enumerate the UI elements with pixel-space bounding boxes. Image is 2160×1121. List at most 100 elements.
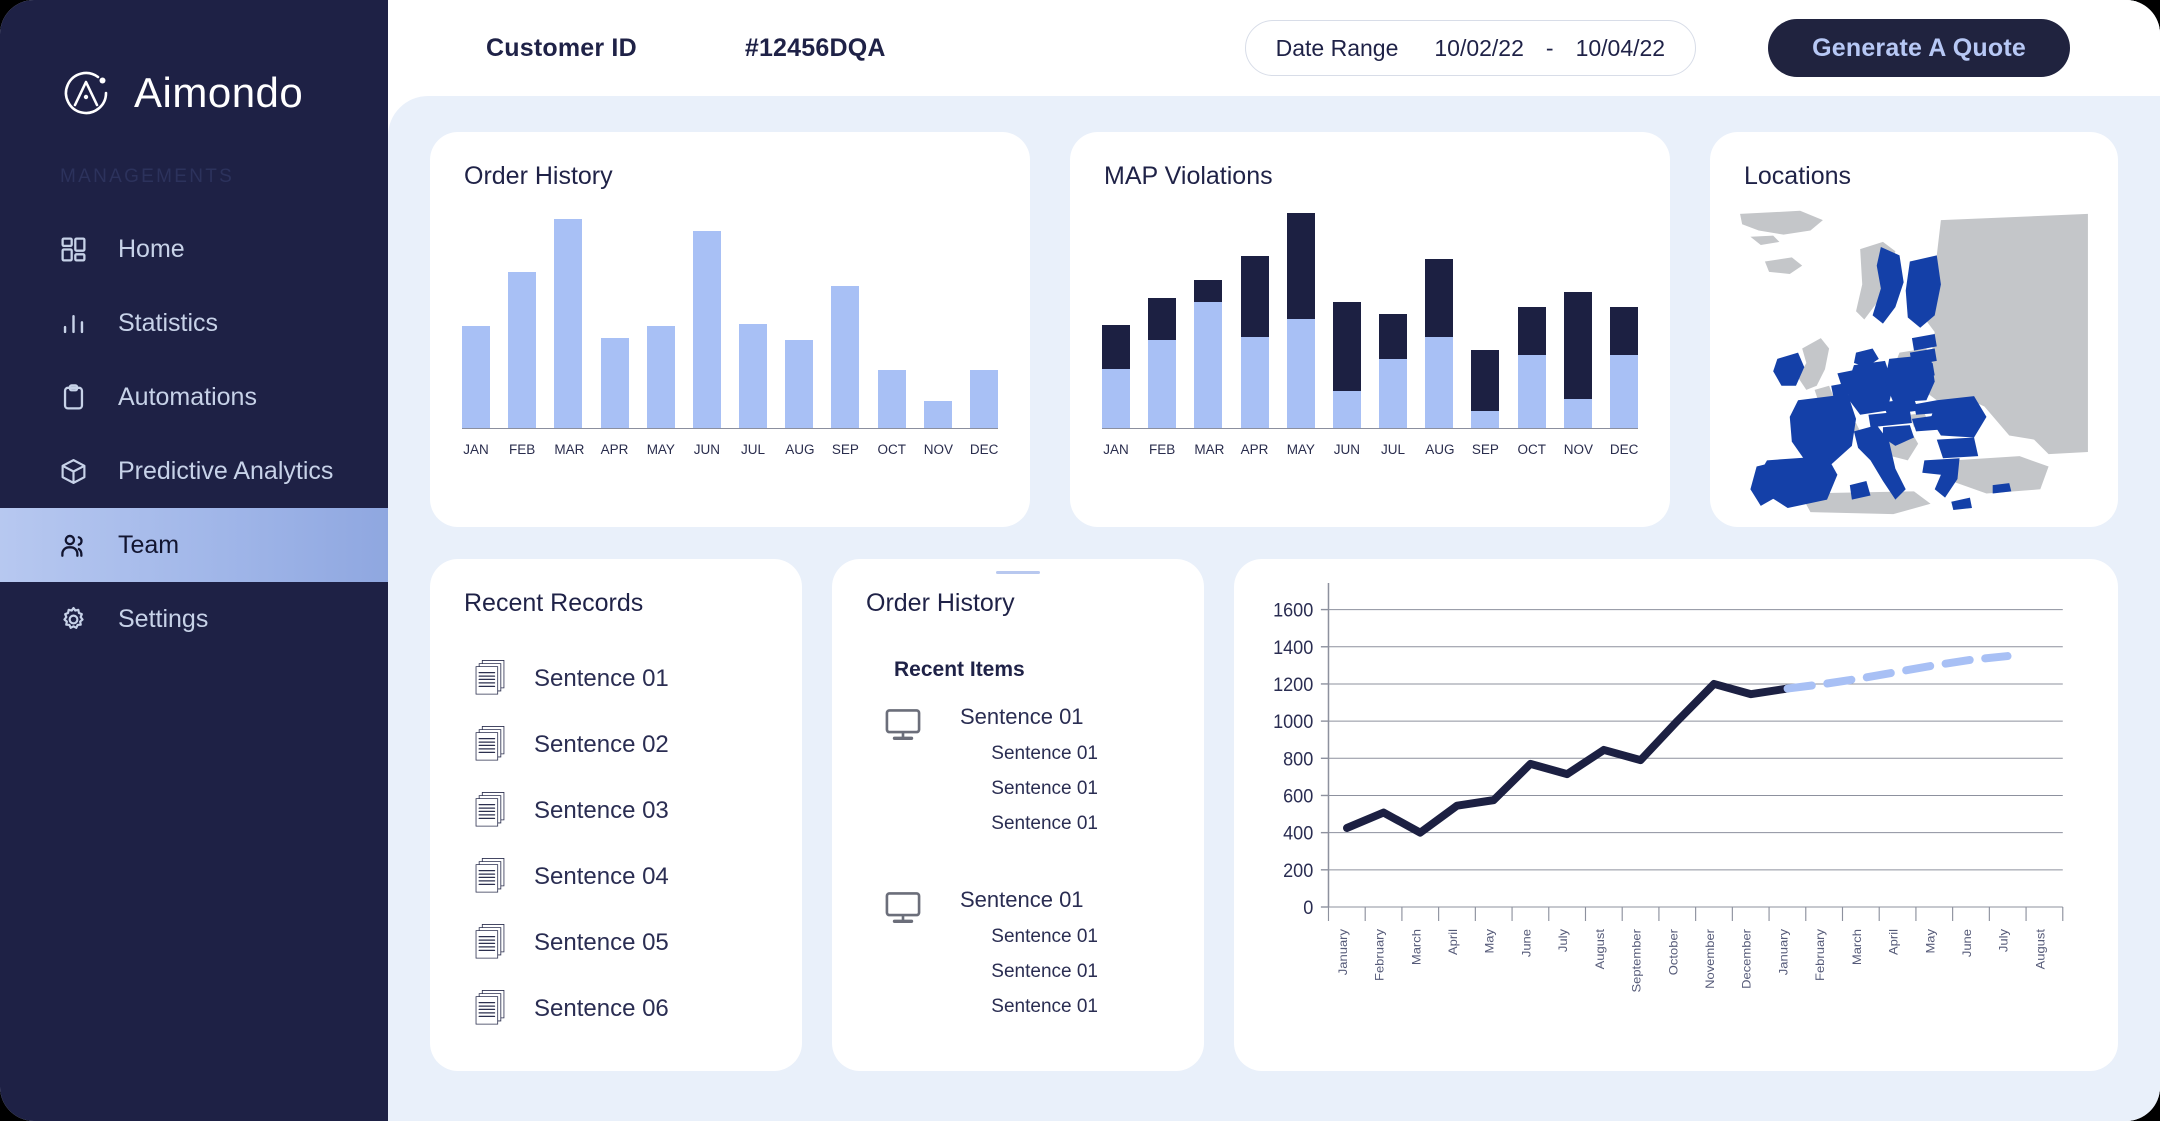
recent-item-group[interactable]: Sentence 01Sentence 01Sentence 01Sentenc… <box>832 704 1204 835</box>
bar-segment-lower <box>1333 391 1361 429</box>
topbar: Customer ID #12456DQA Date Range 10/02/2… <box>388 0 2160 96</box>
bar-segment-lower <box>1425 337 1453 430</box>
list-item-label: Sentence 02 <box>534 731 669 759</box>
topbar-right: Date Range 10/02/22 - 10/04/22 Generate … <box>1245 19 2160 77</box>
bar-segment <box>878 370 906 429</box>
x-tick-label: JAN <box>1102 442 1130 457</box>
x-tick-label: NOV <box>1564 442 1592 457</box>
card-recent-records: Recent Records 🗐Sentence 01🗐Sentence 02🗐… <box>430 559 802 1071</box>
bar-segment <box>693 231 721 429</box>
recent-item-subline: Sentence 01 <box>946 996 1098 1018</box>
bar-segment-upper <box>1287 213 1315 319</box>
list-item[interactable]: 🗐Sentence 04 <box>430 844 802 910</box>
sidebar-item-label: Predictive Analytics <box>118 457 333 486</box>
x-tick-label: April <box>1446 929 1460 955</box>
bar-segment-lower <box>1379 359 1407 429</box>
date-range-label: Date Range <box>1276 35 1399 62</box>
date-range-separator: - <box>1546 35 1554 62</box>
recent-item-subline: Sentence 01 <box>946 926 1098 948</box>
x-tick-label: May <box>1483 928 1497 953</box>
list-item[interactable]: 🗐Sentence 03 <box>430 778 802 844</box>
date-range-picker[interactable]: Date Range 10/02/22 - 10/04/22 <box>1245 20 1696 76</box>
recent-items-heading: Recent Items <box>832 618 1204 682</box>
generate-quote-button[interactable]: Generate A Quote <box>1768 19 2070 77</box>
bar-segment-upper <box>1425 259 1453 337</box>
sidebar-item-label: Statistics <box>118 309 218 338</box>
card-title: MAP Violations <box>1070 132 1670 191</box>
sidebar-item-label: Settings <box>118 605 208 634</box>
x-tick-label: AUG <box>785 442 813 457</box>
sidebar-item-automations[interactable]: Automations <box>0 360 388 434</box>
documents-icon: 🗐 <box>474 795 508 827</box>
x-tick-label: JAN <box>462 442 490 457</box>
documents-icon: 🗐 <box>474 729 508 761</box>
x-axis-labels: JANFEBMARAPRMAYJUNJULAUGSEPOCTNOVDEC <box>462 442 998 457</box>
sidebar-item-predictive-analytics[interactable]: Predictive Analytics <box>0 434 388 508</box>
x-tick-label: MAY <box>647 442 675 457</box>
bar-segment-lower <box>1148 340 1176 429</box>
card-trend-line-chart: 02004006008001000120014001600JanuaryFebr… <box>1234 559 2118 1071</box>
sidebar-nav: Home Statistics <box>0 212 388 656</box>
x-tick-label: January <box>1777 928 1791 975</box>
recent-records-list: 🗐Sentence 01🗐Sentence 02🗐Sentence 03🗐Sen… <box>430 646 802 1042</box>
list-item[interactable]: 🗐Sentence 01 <box>430 646 802 712</box>
bar <box>1241 207 1269 429</box>
x-tick-label: SEP <box>1471 442 1499 457</box>
x-axis-line <box>462 428 998 430</box>
sidebar-item-home[interactable]: Home <box>0 212 388 286</box>
x-tick-label: February <box>1373 928 1387 981</box>
x-tick-label: JUL <box>739 442 767 457</box>
aimondo-logo-icon <box>60 67 112 119</box>
sidebar-item-team[interactable]: Team <box>0 508 388 582</box>
x-tick-label: DEC <box>1610 442 1638 457</box>
bar-series <box>1102 207 1638 429</box>
y-tick-label: 1000 <box>1273 711 1313 733</box>
recent-item-heading: Sentence 01 <box>960 704 1098 730</box>
date-range-to[interactable]: 10/04/22 <box>1576 35 1666 62</box>
documents-icon: 🗐 <box>474 993 508 1025</box>
customer-id-label: Customer ID <box>486 34 637 63</box>
list-item[interactable]: 🗐Sentence 06 <box>430 976 802 1042</box>
bar <box>1518 207 1546 429</box>
recent-item-subline: Sentence 01 <box>946 813 1098 835</box>
x-tick-label: SEP <box>831 442 859 457</box>
y-tick-label: 1400 <box>1273 636 1313 658</box>
bar <box>1564 207 1592 429</box>
list-item[interactable]: 🗐 Sentence 02 <box>430 712 802 778</box>
x-tick-label: September <box>1630 928 1644 992</box>
bar-segment-upper <box>1148 298 1176 340</box>
sidebar-item-statistics[interactable]: Statistics <box>0 286 388 360</box>
sidebar-item-settings[interactable]: Settings <box>0 582 388 656</box>
bar-segment-upper <box>1564 292 1592 399</box>
x-tick-label: April <box>1887 929 1901 955</box>
order-history-bar-chart: JANFEBMARAPRMAYJUNJULAUGSEPOCTNOVDEC <box>462 191 998 463</box>
x-tick-label: March <box>1410 929 1424 965</box>
grid-icon <box>58 234 88 264</box>
x-tick-label: APR <box>601 442 629 457</box>
bar <box>1471 207 1499 429</box>
bar <box>831 207 859 429</box>
x-tick-label: August <box>2034 929 2048 970</box>
bar <box>1610 207 1638 429</box>
bar <box>970 207 998 429</box>
x-tick-label: June <box>1960 929 1974 957</box>
trend-line-chart: 02004006008001000120014001600JanuaryFebr… <box>1260 577 2078 997</box>
bar-segment-lower <box>1102 369 1130 429</box>
y-tick-label: 1600 <box>1273 599 1313 621</box>
bar-segment-upper <box>1194 280 1222 302</box>
bar-segment-upper <box>1241 256 1269 336</box>
bar-segment-upper <box>1102 325 1130 368</box>
bar-segment-lower <box>1518 355 1546 429</box>
documents-icon: 🗐 <box>474 663 508 695</box>
date-range-from[interactable]: 10/02/22 <box>1434 35 1524 62</box>
bar-segment-lower <box>1471 411 1499 429</box>
bar-segment-lower <box>1287 319 1315 429</box>
list-item[interactable]: 🗐Sentence 05 <box>430 910 802 976</box>
x-tick-label: NOV <box>924 442 952 457</box>
recent-item-subline: Sentence 01 <box>946 778 1098 800</box>
x-tick-label: MAR <box>1194 442 1222 457</box>
europe-map[interactable] <box>1738 203 2090 523</box>
documents-icon: 🗐 <box>474 861 508 893</box>
recent-item-group[interactable]: Sentence 01Sentence 01Sentence 01Sentenc… <box>832 887 1204 1018</box>
y-tick-label: 1200 <box>1273 674 1313 696</box>
